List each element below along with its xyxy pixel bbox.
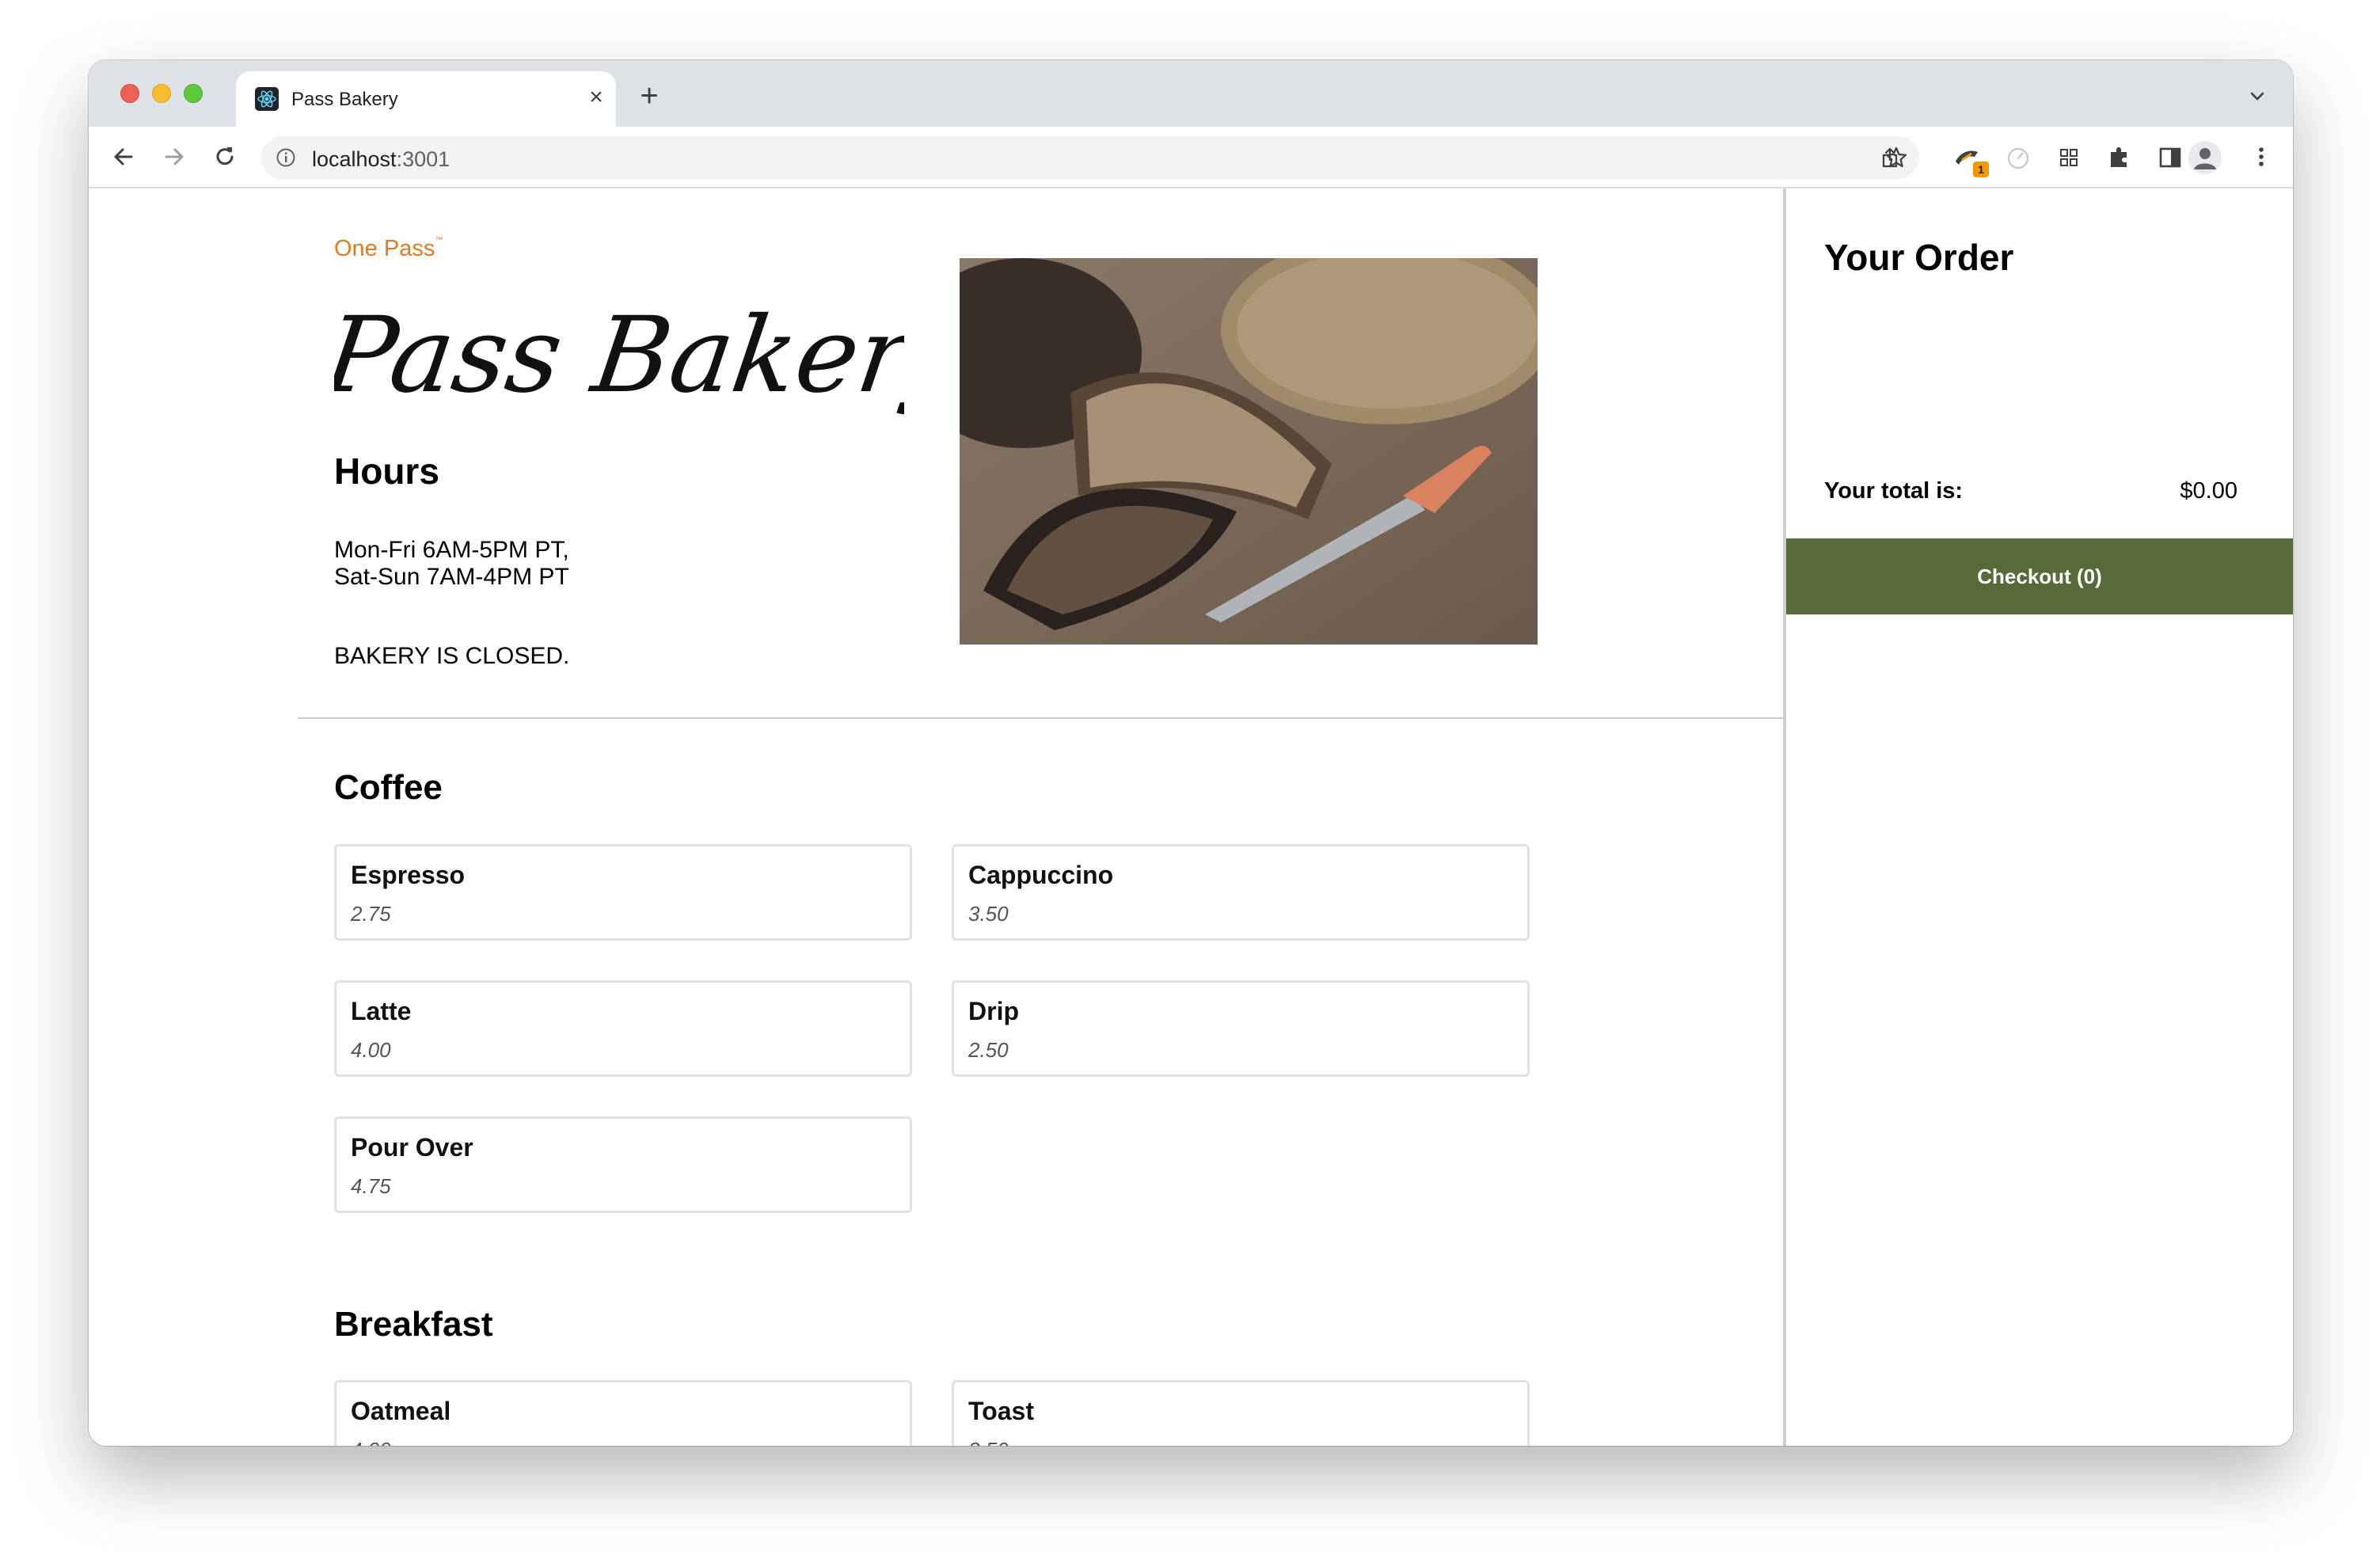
- url-host: localhost: [312, 147, 397, 171]
- new-tab-button[interactable]: +: [635, 80, 663, 112]
- menu-item-name: Toast: [968, 1397, 1034, 1425]
- menu-item-cappuccino[interactable]: Cappuccino 3.50: [952, 844, 1530, 941]
- menu-item-price: 3.50: [968, 902, 1009, 926]
- kebab-menu-icon[interactable]: [2247, 143, 2275, 171]
- url-port: :3001: [396, 147, 451, 171]
- menu-item-price: 2.50: [968, 1038, 1009, 1062]
- arrow-right-icon[interactable]: [160, 143, 188, 171]
- checkout-button[interactable]: Checkout (0): [1786, 538, 2293, 614]
- menu-item-name: Espresso: [351, 861, 466, 889]
- profile-icon[interactable]: [2188, 141, 2222, 174]
- section-title-breakfast: Breakfast: [334, 1305, 493, 1344]
- menu-item-oatmeal[interactable]: Oatmeal 4.00: [334, 1380, 912, 1446]
- menu-item-name: Drip: [968, 997, 1019, 1025]
- menu-item-price: 2.75: [351, 902, 391, 926]
- bakery-main: One Pass™ Pass Bakery Hours Mon-Fri 6AM-…: [89, 188, 1783, 1446]
- page-viewport: One Pass™ Pass Bakery Hours Mon-Fri 6AM-…: [89, 188, 2293, 1446]
- menu-item-price: 4.00: [351, 1438, 391, 1446]
- grid-extension-icon[interactable]: [2054, 143, 2084, 173]
- order-sidebar: Your Order Your total is: $0.00 Checkout…: [1786, 188, 2293, 1446]
- hours-weekday: Mon-Fri 6AM-5PM PT,: [334, 537, 569, 563]
- hours-heading: Hours: [334, 451, 439, 492]
- order-total-label: Your total is:: [1824, 478, 1964, 504]
- logo-script-text: Pass Bakery: [334, 295, 904, 416]
- menu-item-name: Cappuccino: [968, 861, 1114, 889]
- menu-item-pour-over[interactable]: Pour Over 4.75: [334, 1116, 912, 1213]
- react-atom-icon: [255, 87, 279, 111]
- side-panel-icon[interactable]: [2155, 143, 2185, 173]
- address-bar[interactable]: localhost:3001: [261, 136, 1919, 179]
- extension-icon[interactable]: 1: [1952, 143, 1989, 177]
- section-divider: [298, 717, 1783, 719]
- hours-weekend: Sat-Sun 7AM-4PM PT: [334, 564, 569, 590]
- menu-item-price: 4.00: [351, 1038, 391, 1062]
- menu-item-name: Oatmeal: [351, 1397, 451, 1425]
- info-icon[interactable]: [276, 147, 296, 168]
- menu-item-price: 4.75: [351, 1174, 391, 1198]
- tab-pass-bakery[interactable]: Pass Bakery ×: [236, 71, 616, 127]
- browser-window: Pass Bakery × + localhost:3001 1 One Pas…: [89, 60, 2293, 1446]
- browser-toolbar: localhost:3001 1: [89, 127, 2293, 188]
- menu-item-name: Pour Over: [351, 1133, 473, 1162]
- maximize-window-button[interactable]: [184, 84, 203, 103]
- chevron-down-icon[interactable]: [2245, 84, 2269, 108]
- menu-item-espresso[interactable]: Espresso 2.75: [334, 844, 912, 941]
- bread-hero-image: [960, 258, 1538, 645]
- bakery-status: BAKERY IS CLOSED.: [334, 643, 570, 669]
- menu-item-drip[interactable]: Drip 2.50: [952, 980, 1530, 1077]
- close-window-button[interactable]: [120, 84, 139, 103]
- minimize-window-button[interactable]: [152, 84, 171, 103]
- extension-badge: 1: [1973, 162, 1989, 177]
- reload-icon[interactable]: [211, 143, 239, 171]
- brand-trademark: ™: [435, 236, 443, 245]
- arrow-left-icon[interactable]: [109, 143, 138, 171]
- tab-strip: Pass Bakery × +: [89, 60, 2293, 127]
- menu-item-price: 3.50: [968, 1438, 1009, 1446]
- order-total-value: $0.00: [2180, 478, 2237, 504]
- pass-bakery-logo: Pass Bakery: [334, 295, 904, 416]
- puzzle-icon[interactable]: [2104, 143, 2135, 173]
- one-pass-brand: One Pass™: [334, 236, 443, 262]
- order-heading: Your Order: [1824, 237, 2014, 278]
- url-text[interactable]: localhost:3001: [312, 147, 450, 172]
- brand-name: One Pass: [334, 236, 435, 261]
- menu-item-name: Latte: [351, 997, 412, 1025]
- tab-title: Pass Bakery: [291, 89, 398, 110]
- close-tab-icon[interactable]: ×: [584, 86, 608, 109]
- menu-item-toast[interactable]: Toast 3.50: [952, 1380, 1530, 1446]
- star-icon[interactable]: [1884, 146, 1908, 169]
- section-title-coffee: Coffee: [334, 768, 443, 807]
- timer-extension-icon[interactable]: [2003, 143, 2033, 173]
- menu-item-latte[interactable]: Latte 4.00: [334, 980, 912, 1077]
